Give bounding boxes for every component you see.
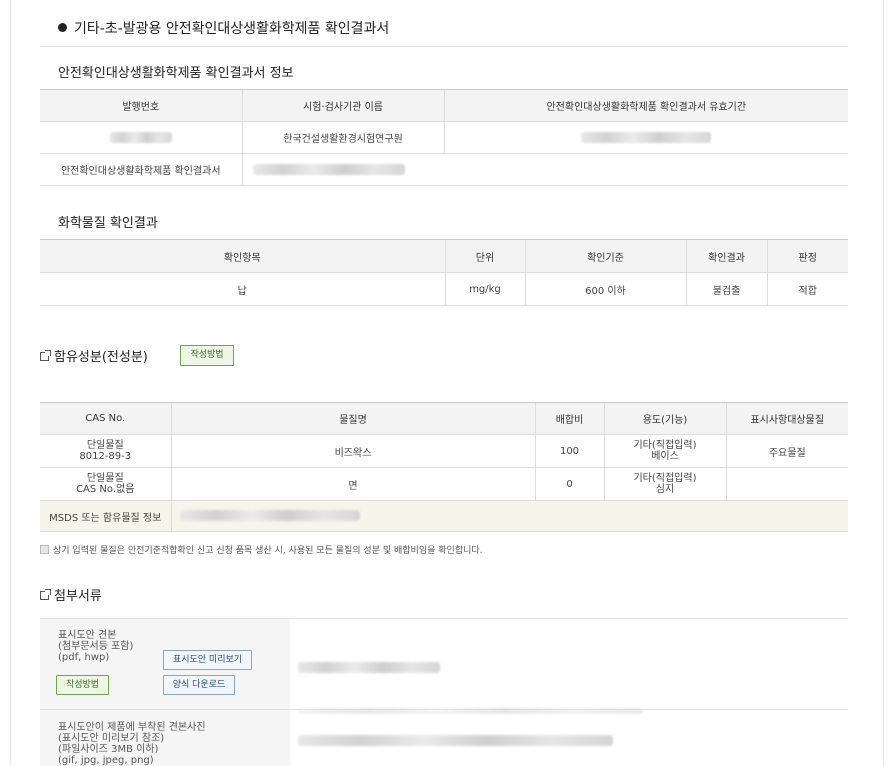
attachment-item1-label: 표시도안 견본 (첨부문서등 포함) (pdf, hwp) [58,630,134,663]
col-validity: 안전확인대상생활화학제품 확인결과서 유효기간 [443,89,848,122]
issue-number-value [40,121,242,154]
col-judgment: 판정 [766,239,848,273]
ingredients-section-title: 함유성분(전성분) [40,346,148,365]
form-download-button[interactable]: 양식 다운로드 [163,675,235,695]
validity-value [443,121,848,154]
item-cell: 납 [40,272,445,306]
divider [40,46,848,47]
result-cell: 불검출 [685,272,767,306]
external-link-icon [40,589,51,600]
col-item: 확인항목 [40,239,445,273]
cas-cell: 단일물질 8012-89-3 [40,434,171,468]
col-criterion: 확인기준 [524,239,686,273]
col-use: 용도(기능) [603,402,726,435]
col-agency: 시험·검사기관 이름 [241,89,444,122]
use-cell: 기타(직접입력) 베이스 [603,434,726,468]
agency-value: 한국건설생활환경시험연구원 [241,121,444,154]
col-ratio: 배합비 [534,402,604,435]
confirm-statement: 상기 입력된 물질은 안전기준적합확인 신고 신청 품목 생산 시, 사용된 모… [40,543,483,556]
ratio-cell: 100 [534,434,604,468]
attachment-item1-file[interactable] [298,660,440,673]
col-substance: 물질명 [170,402,535,435]
col-result: 확인결과 [685,239,767,273]
attachments-section-title: 첨부서류 [40,585,102,604]
label-target-cell: 주요물질 [725,434,848,468]
page-title: 기타-초-발광용 안전확인대상생활화학제품 확인결과서 [58,18,389,38]
attachment-item2-file[interactable] [298,733,613,746]
msds-link[interactable] [170,500,848,532]
external-link-icon [40,350,51,361]
design-preview-button[interactable]: 표시도안 미리보기 [163,650,252,670]
confirm-checkbox[interactable] [40,545,49,554]
criterion-cell: 600 이하 [524,272,686,306]
unit-cell: mg/kg [444,272,525,306]
label-target-cell [725,467,848,501]
bullet-icon [58,23,67,32]
table-row: 단일물질 CAS No.없음 면 0 기타(직접입력) 심지 [40,467,848,501]
judgment-cell: 적합 [766,272,848,306]
file-label: 안전확인대상생활화학제품 확인결과서 [40,153,242,186]
attachment-item1-extra [298,704,643,717]
col-label-target: 표시사항대상물질 [725,402,848,435]
info-section-title: 안전확인대상생활화학제품 확인결과서 정보 [58,66,294,81]
col-cas: CAS No. [40,402,171,435]
substance-cell: 면 [170,467,535,501]
chem-table: 확인항목 단위 확인기준 확인결과 판정 납 mg/kg 600 이하 불검출 … [40,239,848,306]
ingredients-guide-button[interactable]: 작성방법 [180,345,234,366]
chem-section-title: 화학물질 확인결과 [58,216,158,231]
col-unit: 단위 [444,239,525,273]
cas-cell: 단일물질 CAS No.없음 [40,467,171,501]
attachment-guide-button[interactable]: 작성방법 [56,675,109,695]
ratio-cell: 0 [534,467,604,501]
ingredients-table: CAS No. 물질명 배합비 용도(기능) 표시사항대상물질 단일물질 8012… [40,402,848,532]
file-link[interactable] [241,153,848,186]
msds-label: MSDS 또는 함유물질 정보 [40,500,171,532]
info-table: 발행번호 시험·검사기관 이름 안전확인대상생활화학제품 확인결과서 유효기간 … [40,89,848,186]
use-cell: 기타(직접입력) 심지 [603,467,726,501]
substance-cell: 비즈왁스 [170,434,535,468]
table-row: 단일물질 8012-89-3 비즈왁스 100 기타(직접입력) 베이스 주요물질 [40,434,848,468]
table-row: 납 mg/kg 600 이하 불검출 적합 [40,272,848,306]
col-issue-number: 발행번호 [40,89,242,122]
attachment-item2-label: 표시도안이 제품에 부착된 견본사진 (표시도안 미리보기 참조) (파일사이즈… [58,722,206,766]
